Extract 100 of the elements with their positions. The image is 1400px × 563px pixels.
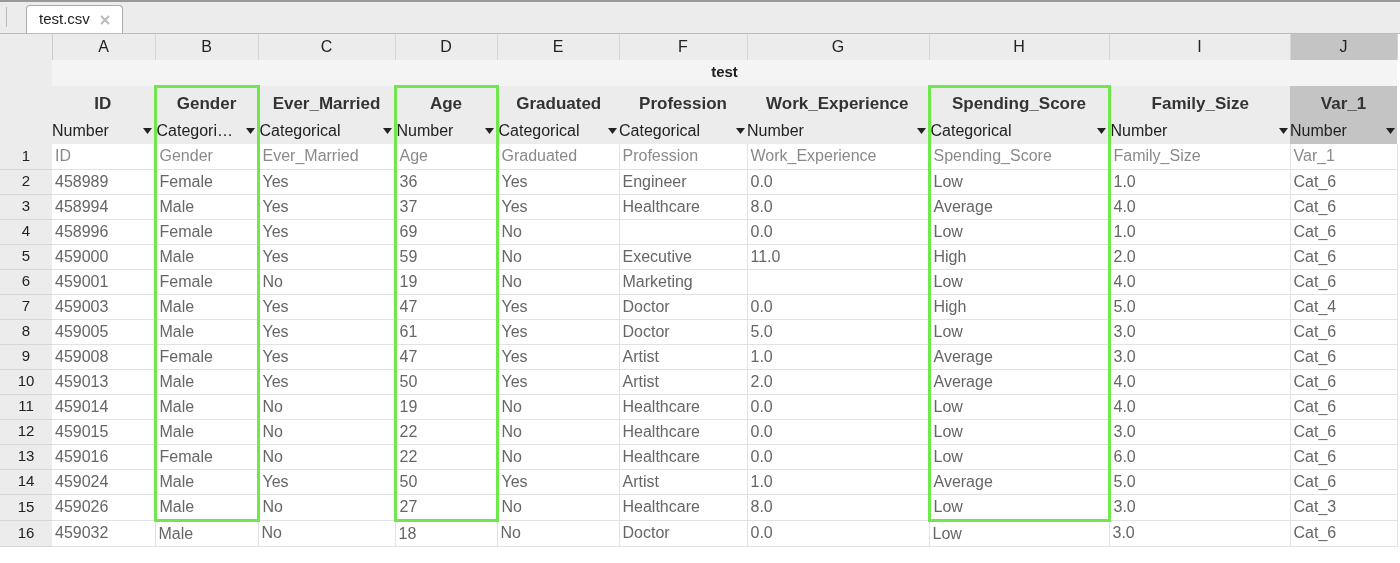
table-cell: Cat_6 [1293, 322, 1337, 340]
table-cell: Cat_6 [1293, 347, 1337, 365]
table-cell: Executive [622, 247, 692, 265]
row-number[interactable]: 13 [0, 444, 52, 469]
table-cell: Cat_6 [1293, 472, 1337, 490]
row-number[interactable]: 7 [0, 294, 52, 319]
table-cell: 459026 [55, 498, 109, 515]
row-number[interactable]: 2 [0, 169, 52, 194]
table-cell: Yes [501, 472, 528, 490]
row-number[interactable]: 15 [0, 494, 52, 520]
column-letter[interactable]: I [1109, 34, 1290, 60]
column-type-dropdown[interactable]: Categorical [930, 119, 1108, 143]
table-cell: Low [933, 222, 963, 240]
row-number[interactable]: 1 [0, 144, 52, 169]
table-cell: No [501, 498, 522, 515]
dropdown-triangle-icon [1386, 128, 1395, 134]
column-name: Var_1 [1290, 86, 1397, 118]
table-cell: Yes [501, 172, 528, 190]
table-cell: 11.0 [750, 247, 781, 265]
column-name: Graduated [497, 86, 619, 118]
row-number[interactable]: 4 [0, 219, 52, 244]
table-cell: Male [159, 422, 195, 440]
table-cell: Spending_Score [933, 147, 1052, 165]
table-cell: No [262, 397, 283, 415]
table-cell: Average [933, 197, 993, 215]
dropdown-triangle-icon [245, 128, 255, 134]
table-cell: Cat_6 [1293, 422, 1337, 440]
column-letter[interactable]: B [155, 34, 258, 60]
row-number[interactable]: 10 [0, 369, 52, 394]
table-cell: 4.0 [1113, 272, 1136, 290]
row-number[interactable]: 12 [0, 419, 52, 444]
row-number[interactable]: 16 [0, 520, 52, 546]
column-letter[interactable]: D [395, 34, 497, 60]
table-cell: 27 [399, 497, 418, 515]
dropdown-triangle-icon [142, 128, 152, 134]
table-cell: Cat_6 [1293, 447, 1337, 465]
column-type-dropdown[interactable]: Number [1110, 119, 1290, 143]
row-number[interactable]: 9 [0, 344, 52, 369]
dropdown-triangle-icon [1279, 128, 1288, 134]
column-letter[interactable]: C [258, 34, 395, 60]
table-cell: No [501, 447, 522, 465]
row-number[interactable]: 6 [0, 269, 52, 294]
dropdown-triangle-icon [916, 128, 926, 134]
column-letter[interactable]: G [747, 34, 929, 60]
column-letter[interactable]: E [497, 34, 619, 60]
row-number[interactable]: 8 [0, 319, 52, 344]
table-cell: No [501, 272, 522, 290]
column-type-dropdown[interactable]: Number [1290, 119, 1397, 143]
table-cell: 459024 [55, 472, 109, 490]
table-cell: Cat_6 [1293, 372, 1337, 390]
table-cell: 59 [399, 247, 418, 265]
table-cell: No [262, 272, 283, 290]
table-cell: 1.0 [750, 347, 773, 365]
close-icon[interactable] [99, 14, 110, 25]
table-cell: Var_1 [1293, 147, 1335, 165]
column-letter[interactable]: F [619, 34, 747, 60]
row-number[interactable]: 14 [0, 469, 52, 494]
column-name: Profession [619, 86, 747, 118]
table-cell: Doctor [622, 322, 670, 340]
column-type-dropdown[interactable]: Categorical [498, 119, 619, 143]
table-cell: Ever_Married [262, 147, 359, 165]
table-cell: Yes [262, 472, 289, 490]
column-type-dropdown[interactable]: Number [52, 119, 154, 143]
column-type-dropdown[interactable]: Categorical [259, 119, 394, 143]
column-name: Ever_Married [258, 86, 395, 118]
table-cell: 37 [399, 197, 418, 215]
column-type-dropdown[interactable]: Number [747, 119, 928, 143]
table-cell: Female [159, 172, 213, 190]
table-cell: Male [159, 497, 195, 515]
table-cell: No [500, 524, 521, 541]
column-letter[interactable]: J [1290, 34, 1397, 60]
table-cell: Low [933, 172, 963, 190]
column-name: Age [395, 86, 497, 118]
file-tab[interactable]: test.csv [26, 5, 123, 33]
table-cell: Artist [622, 472, 659, 490]
table-cell: Healthcare [622, 422, 700, 440]
table-cell: Healthcare [622, 397, 700, 415]
table-cell: Doctor [622, 297, 670, 315]
table-cell: Low [933, 397, 963, 415]
table-cell: 47 [399, 347, 418, 365]
column-letter[interactable]: H [929, 34, 1109, 60]
column-letter[interactable]: A [52, 34, 155, 60]
column-type-dropdown[interactable]: Categori… [156, 119, 257, 143]
column-type-dropdown[interactable]: Number [396, 119, 496, 143]
table-cell: No [262, 498, 283, 515]
table-cell: 0.0 [750, 422, 773, 440]
table-cell: Yes [501, 197, 528, 215]
row-number[interactable]: 11 [0, 394, 52, 419]
table-cell: 459032 [55, 524, 109, 541]
table-cell: High [933, 297, 967, 315]
table-cell: 5.0 [1113, 297, 1136, 315]
table-cell: Low [932, 524, 962, 542]
table-cell: No [262, 422, 283, 440]
table-cell: Cat_6 [1293, 222, 1337, 240]
row-number[interactable]: 5 [0, 244, 52, 269]
table-cell: 47 [399, 297, 418, 315]
row-number[interactable]: 3 [0, 194, 52, 219]
column-type-dropdown[interactable]: Categorical [619, 119, 747, 143]
table-cell: Low [933, 447, 963, 465]
table-cell: Male [159, 197, 195, 215]
